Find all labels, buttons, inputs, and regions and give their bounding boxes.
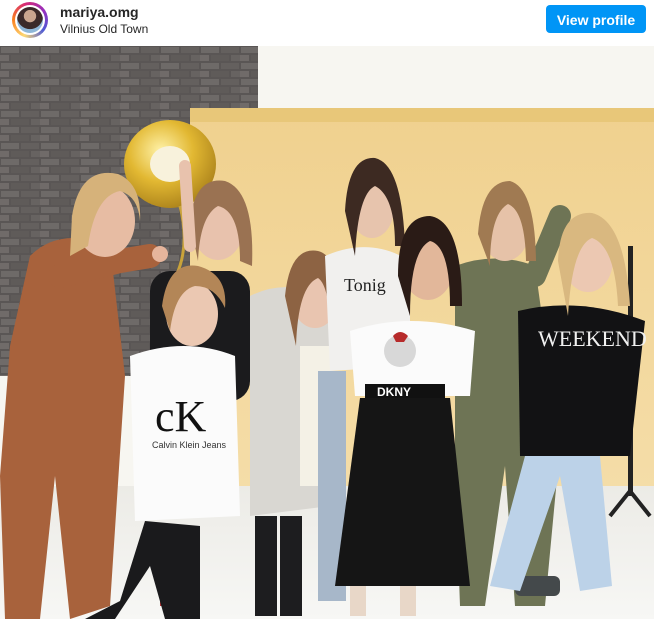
group-photo-illustration: Tonig cK Calvin Klein Jeans DKNY WEEKEND: [0, 46, 654, 619]
hoodie-text: Tonig: [344, 275, 386, 295]
avatar-image: [17, 7, 43, 33]
ck-logo-text: cK: [155, 392, 207, 441]
post-photo[interactable]: Tonig cK Calvin Klein Jeans DKNY WEEKEND: [0, 46, 654, 619]
backdrop-roll: [190, 108, 654, 122]
avatar-frame: [15, 5, 45, 35]
instagram-embed: mariya.omg Vilnius Old Town View profile: [0, 0, 654, 619]
ck-brand-text: Calvin Klein Jeans: [152, 440, 227, 450]
username-link[interactable]: mariya.omg: [60, 4, 139, 20]
weekend-text: WEEKEND: [538, 326, 647, 351]
view-profile-button[interactable]: View profile: [546, 5, 646, 33]
dkny-text: DKNY: [377, 385, 411, 399]
location-link[interactable]: Vilnius Old Town: [60, 22, 148, 36]
profile-avatar[interactable]: [12, 2, 48, 38]
post-header: mariya.omg Vilnius Old Town View profile: [0, 0, 654, 44]
